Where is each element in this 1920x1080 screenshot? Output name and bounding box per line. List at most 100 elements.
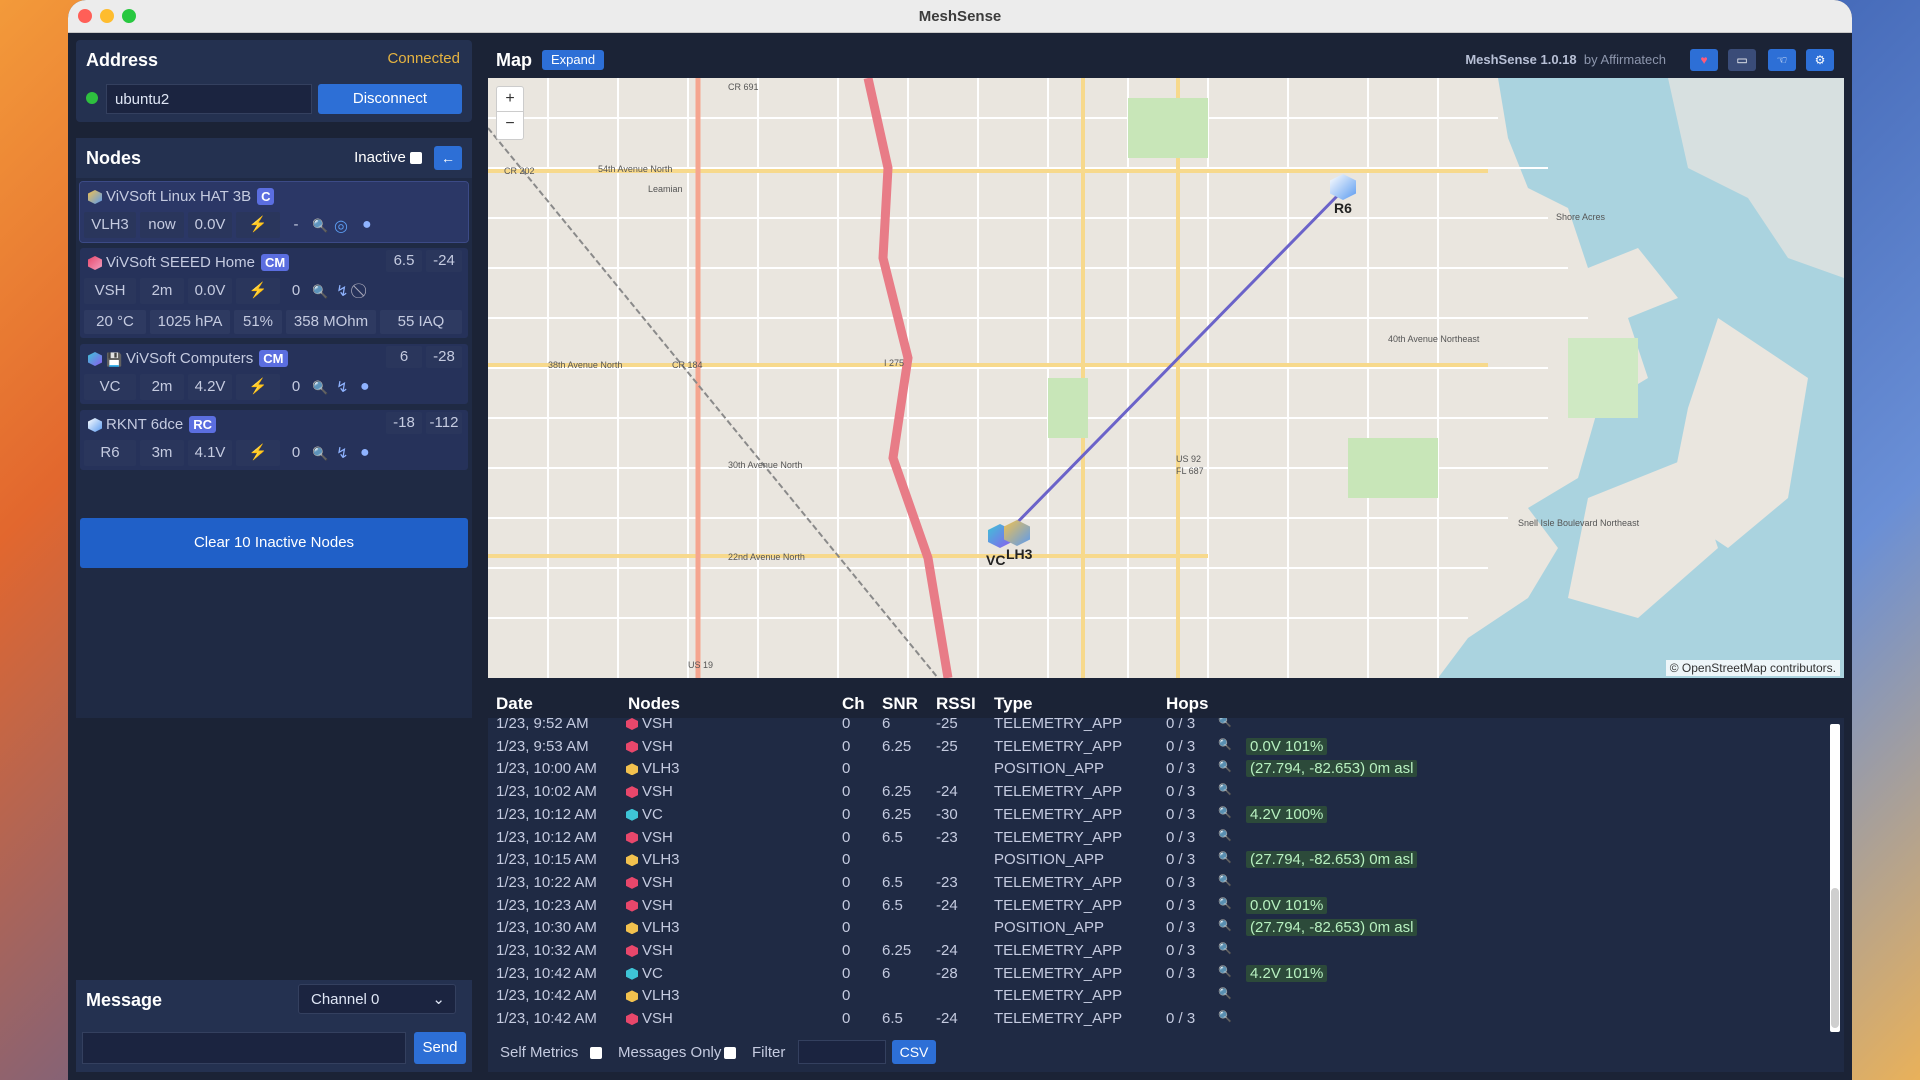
log-date: 1/23, 10:12 AM	[496, 828, 597, 846]
log-snr: 6.5	[882, 873, 903, 891]
address-title: Address	[86, 50, 159, 70]
search-icon[interactable]: 🔍	[1218, 851, 1232, 864]
search-icon[interactable]: 🔍	[1218, 806, 1232, 819]
heart-icon[interactable]: ♥	[1690, 49, 1718, 71]
app-version: MeshSense 1.0.18 by Affirmatech	[1465, 52, 1666, 67]
table-row[interactable]: 1/23, 10:30 AM VLH3 0 POSITION_APP 0 / 3 🔍 (27…	[488, 916, 1828, 939]
log-type: TELEMETRY_APP	[994, 737, 1123, 755]
arrow-left-icon[interactable]: ←	[434, 146, 462, 170]
search-icon[interactable]: 🔍	[312, 446, 328, 462]
zoom-out-button[interactable]: −	[497, 111, 523, 136]
route-icon[interactable]: ↯	[336, 444, 349, 462]
col-nodes[interactable]: Nodes	[628, 694, 680, 714]
log-node: VSH	[642, 783, 673, 801]
table-row[interactable]: 1/23, 10:32 AM VSH 0 6.25 -24 TELEMETRY_APP 0 …	[488, 939, 1828, 962]
search-icon[interactable]: 🔍	[1218, 738, 1232, 751]
nodes-title: Nodes	[86, 148, 142, 168]
search-icon[interactable]: 🔍	[312, 218, 328, 234]
table-row[interactable]: 1/23, 10:42 AM VC 0 6 -28 TELEMETRY_APP 0 / 3 🔍…	[488, 962, 1828, 985]
search-icon[interactable]: 🔍	[1218, 1010, 1232, 1023]
search-icon[interactable]: 🔍	[1218, 965, 1232, 978]
csv-export-button[interactable]: CSV	[892, 1040, 936, 1064]
col-snr[interactable]: SNR	[882, 694, 918, 714]
map-label: 54th Avenue North	[598, 164, 673, 174]
channel-select[interactable]: Channel 0 ⌄	[298, 984, 456, 1014]
message-title: Message	[86, 990, 163, 1010]
table-row[interactable]: 1/23, 10:00 AM VLH3 0 POSITION_APP 0 / 3 🔍 (27…	[488, 757, 1828, 780]
search-icon[interactable]: 🔍	[1218, 760, 1232, 773]
table-row[interactable]: 1/23, 10:12 AM VSH 0 6.5 -23 TELEMETRY_APP 0 /…	[488, 826, 1828, 849]
messages-only-checkbox[interactable]	[724, 1047, 736, 1059]
send-button[interactable]: Send	[414, 1032, 466, 1064]
search-icon[interactable]: 🔍	[1218, 919, 1232, 932]
node-card[interactable]: 💾 ViVSoft Computers CM 6 -28 VC 2m 4.2V ⚡…	[80, 344, 468, 404]
globe-icon[interactable]: ●	[362, 216, 372, 234]
table-row[interactable]: 1/23, 10:23 AM VSH 0 6.5 -24 TELEMETRY_APP 0 /…	[488, 894, 1828, 917]
table-row[interactable]: 1/23, 10:42 AM VLH3 0 TELEMETRY_APP 🔍	[488, 984, 1828, 1007]
table-row[interactable]: 1/23, 9:53 AM VSH 0 6.25 -25 TELEMETRY_APP 0 /…	[488, 735, 1828, 758]
crosshair-icon[interactable]: ◎	[334, 216, 348, 236]
title-bar: MeshSense	[68, 0, 1852, 33]
search-icon[interactable]: 🔍	[1218, 897, 1232, 910]
pointer-icon[interactable]: ☜	[1768, 49, 1796, 71]
search-icon[interactable]: 🔍	[1218, 987, 1232, 1000]
log-hops: 0 / 3	[1166, 964, 1196, 982]
node-card[interactable]: ViVSoft SEEED Home CM 6.5 -24 VSH 2m 0.0V…	[80, 248, 468, 338]
node-card[interactable]: ViVSoft Linux HAT 3B C VLH3 now 0.0V ⚡ - …	[79, 181, 469, 243]
disconnect-button[interactable]: Disconnect	[318, 84, 462, 114]
chevron-down-icon: ⌄	[432, 991, 445, 1008]
search-icon[interactable]: 🔍	[312, 284, 328, 300]
search-icon[interactable]: 🔍	[1218, 874, 1232, 887]
map-attribution[interactable]: © OpenStreetMap contributors.	[1665, 660, 1840, 676]
col-date[interactable]: Date	[496, 694, 533, 714]
search-icon[interactable]: 🔍	[1218, 829, 1232, 842]
scrollbar-thumb[interactable]	[1831, 888, 1839, 1028]
table-row[interactable]: 1/23, 10:12 AM VC 0 6.25 -30 TELEMETRY_APP 0 /…	[488, 803, 1828, 826]
expand-map-button[interactable]: Expand	[542, 50, 604, 70]
search-icon[interactable]: 🔍	[1218, 718, 1232, 728]
globe-icon[interactable]: ●	[360, 444, 370, 462]
zoom-in-button[interactable]: +	[497, 87, 523, 111]
map-view[interactable]: + − CR 691 54th Avenue North Leamian CR …	[488, 78, 1844, 678]
col-ch[interactable]: Ch	[842, 694, 865, 714]
inactive-checkbox[interactable]	[410, 152, 422, 165]
inactive-toggle[interactable]: Inactive	[354, 149, 422, 166]
gear-icon[interactable]: ⚙	[1806, 49, 1834, 71]
packet-log: Date Nodes Ch SNR RSSI Type Hops 1/23, 9…	[488, 688, 1844, 1072]
search-icon[interactable]: 🔍	[312, 380, 328, 396]
env-gas-resistance: 358 MOhm	[286, 310, 376, 334]
clear-inactive-nodes-button[interactable]: Clear 10 Inactive Nodes	[80, 518, 468, 568]
node-voltage: 4.2V	[188, 374, 232, 400]
col-type[interactable]: Type	[994, 694, 1032, 714]
node-hex-icon	[626, 808, 638, 821]
log-info-badge: (27.794, -82.653) 0m asl	[1246, 919, 1418, 937]
address-input[interactable]: ubuntu2	[106, 84, 312, 114]
node-name: ViVSoft Computers CM	[126, 350, 288, 367]
node-card[interactable]: RKNT 6dce RC -18 -112 R6 3m 4.1V ⚡ 0 🔍 ↯ …	[80, 410, 468, 470]
node-hex-icon	[626, 718, 638, 730]
display-icon[interactable]: ▭	[1728, 49, 1756, 71]
log-date: 1/23, 10:32 AM	[496, 942, 597, 959]
node-rssi: -112	[426, 412, 462, 434]
table-row[interactable]: 1/23, 10:42 AM VSH 0 6.5 -24 TELEMETRY_APP 0 /…	[488, 1007, 1828, 1030]
col-hops[interactable]: Hops	[1166, 694, 1209, 714]
log-snr: 6	[882, 964, 891, 982]
self-metrics-checkbox[interactable]	[590, 1047, 602, 1059]
message-input[interactable]	[82, 1032, 406, 1064]
route-icon[interactable]: ↯	[336, 378, 349, 396]
map-label: CR 691	[728, 82, 759, 92]
log-hops: 0 / 3	[1166, 873, 1196, 891]
log-date: 1/23, 10:15 AM	[496, 851, 597, 869]
log-hops: 0 / 3	[1166, 919, 1196, 937]
table-row[interactable]: 1/23, 9:52 AM VSH 0 6 -25 TELEMETRY_APP 0 / 3 🔍	[488, 718, 1828, 735]
col-rssi[interactable]: RSSI	[936, 694, 976, 714]
search-icon[interactable]: 🔍	[1218, 942, 1232, 955]
search-icon[interactable]: 🔍	[1218, 783, 1232, 796]
globe-icon[interactable]: ●	[360, 378, 370, 396]
table-row[interactable]: 1/23, 10:02 AM VSH 0 6.25 -24 TELEMETRY_APP 0 …	[488, 780, 1828, 803]
node-hops: -	[293, 216, 299, 233]
table-row[interactable]: 1/23, 10:15 AM VLH3 0 POSITION_APP 0 / 3 🔍 (27…	[488, 848, 1828, 871]
filter-input[interactable]	[798, 1040, 886, 1064]
route-icon[interactable]: ↯	[336, 282, 349, 300]
table-row[interactable]: 1/23, 10:22 AM VSH 0 6.5 -23 TELEMETRY_APP 0 /…	[488, 871, 1828, 894]
